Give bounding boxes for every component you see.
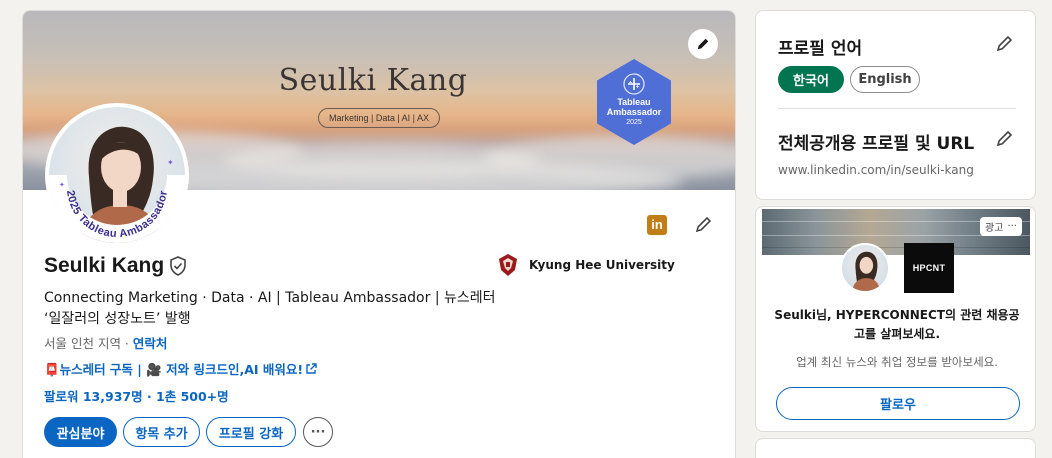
- location-separator: ·: [120, 336, 133, 351]
- avatar-frame: 2025 Tableau Ambassador ✦ ✦: [49, 158, 185, 243]
- profile-language-card: 프로필 언어 한국어 English 전체공개용 프로필 및 URL www.l…: [755, 10, 1036, 200]
- profile-location-row: 서울 인천 지역 · 연락처: [44, 333, 167, 352]
- profile-name: Seulki Kang: [44, 254, 165, 277]
- linkedin-icon: in: [647, 215, 667, 235]
- university-name: Kyung Hee University: [529, 258, 675, 272]
- education-item[interactable]: Kyung Hee University: [495, 252, 675, 278]
- ad-user-avatar-image: [852, 251, 880, 291]
- tableau-icon: [623, 73, 645, 95]
- ad-label[interactable]: 광고 ···: [980, 217, 1022, 236]
- verified-shield-icon[interactable]: [169, 256, 187, 276]
- open-to-button[interactable]: 관심분야: [44, 417, 117, 447]
- newsletter-link-text: 📮뉴스레터 구독 | 🎥 저와 링크드인,AI 배워요!: [44, 362, 304, 377]
- sparkle-icon: ✦: [59, 181, 65, 189]
- headline-line-1: Connecting Marketing · Data · AI | Table…: [44, 290, 496, 306]
- divider: [778, 108, 1016, 109]
- language-option-english[interactable]: English: [850, 66, 920, 93]
- contact-info-link[interactable]: 연락처: [133, 336, 168, 351]
- profile-headline: Connecting Marketing · Data · AI | Table…: [44, 288, 504, 330]
- ad-label-text: 광고: [985, 223, 1004, 234]
- external-link-icon: [306, 362, 317, 374]
- public-profile-title: 전체공개용 프로필 및 URL: [778, 134, 975, 154]
- sparkle-icon: ✦: [167, 158, 174, 167]
- pencil-icon: [697, 38, 709, 50]
- more-actions-button[interactable]: ···: [303, 417, 333, 447]
- edit-banner-button[interactable]: [688, 29, 718, 59]
- pencil-icon: [996, 130, 1013, 147]
- enhance-profile-button[interactable]: 프로필 강화: [206, 417, 296, 447]
- badge-year: 2025: [626, 119, 642, 126]
- add-section-button[interactable]: 항목 추가: [123, 417, 200, 447]
- ad-card: 광고 ··· HPCNT Seulki님, HYPERCONNECT의 관련 채…: [755, 206, 1036, 432]
- headline-line-2: ‘일잘러의 성장노트’ 발행: [44, 311, 191, 327]
- pencil-icon: [695, 216, 712, 233]
- ad-more-icon[interactable]: ···: [1007, 221, 1017, 232]
- ad-headline: Seulki님, HYPERCONNECT의 관련 채용공고를 살펴보세요.: [774, 308, 1020, 341]
- badge-line1: Tableau: [617, 97, 651, 107]
- ad-company-logo: HPCNT: [904, 243, 954, 293]
- profile-card: Seulki Kang Marketing | Data | AI | AX T…: [22, 10, 736, 458]
- public-profile-url: www.linkedin.com/in/seulki-kang: [778, 163, 974, 177]
- edit-intro-button[interactable]: [689, 211, 717, 239]
- university-logo-icon: [499, 254, 517, 276]
- ad-follow-button[interactable]: 팔로우: [776, 387, 1020, 420]
- profile-language-title: 프로필 언어: [778, 39, 863, 59]
- profile-photo[interactable]: 2025 Tableau Ambassador ✦ ✦: [45, 103, 189, 247]
- newsletter-link[interactable]: 📮뉴스레터 구독 | 🎥 저와 링크드인,AI 배워요!: [44, 359, 317, 378]
- edit-language-button[interactable]: [990, 30, 1018, 58]
- banner-tagline: Marketing | Data | AI | AX: [318, 108, 440, 128]
- ad-subtext: 업계 최신 뉴스와 취업 정보를 받아보세요.: [796, 355, 998, 369]
- linkedin-icon-button[interactable]: in: [643, 211, 671, 239]
- language-option-korean[interactable]: 한국어: [778, 66, 844, 93]
- next-sidebar-card: [755, 438, 1036, 458]
- edit-public-profile-button[interactable]: [990, 125, 1018, 153]
- badge-line2: Ambassador: [606, 107, 662, 117]
- followers-connections-link[interactable]: 팔로워 13,937명 · 1촌 500+명: [44, 386, 229, 405]
- ad-user-avatar: [840, 243, 890, 293]
- location-text: 서울 인천 지역: [44, 336, 121, 351]
- pencil-icon: [996, 35, 1013, 52]
